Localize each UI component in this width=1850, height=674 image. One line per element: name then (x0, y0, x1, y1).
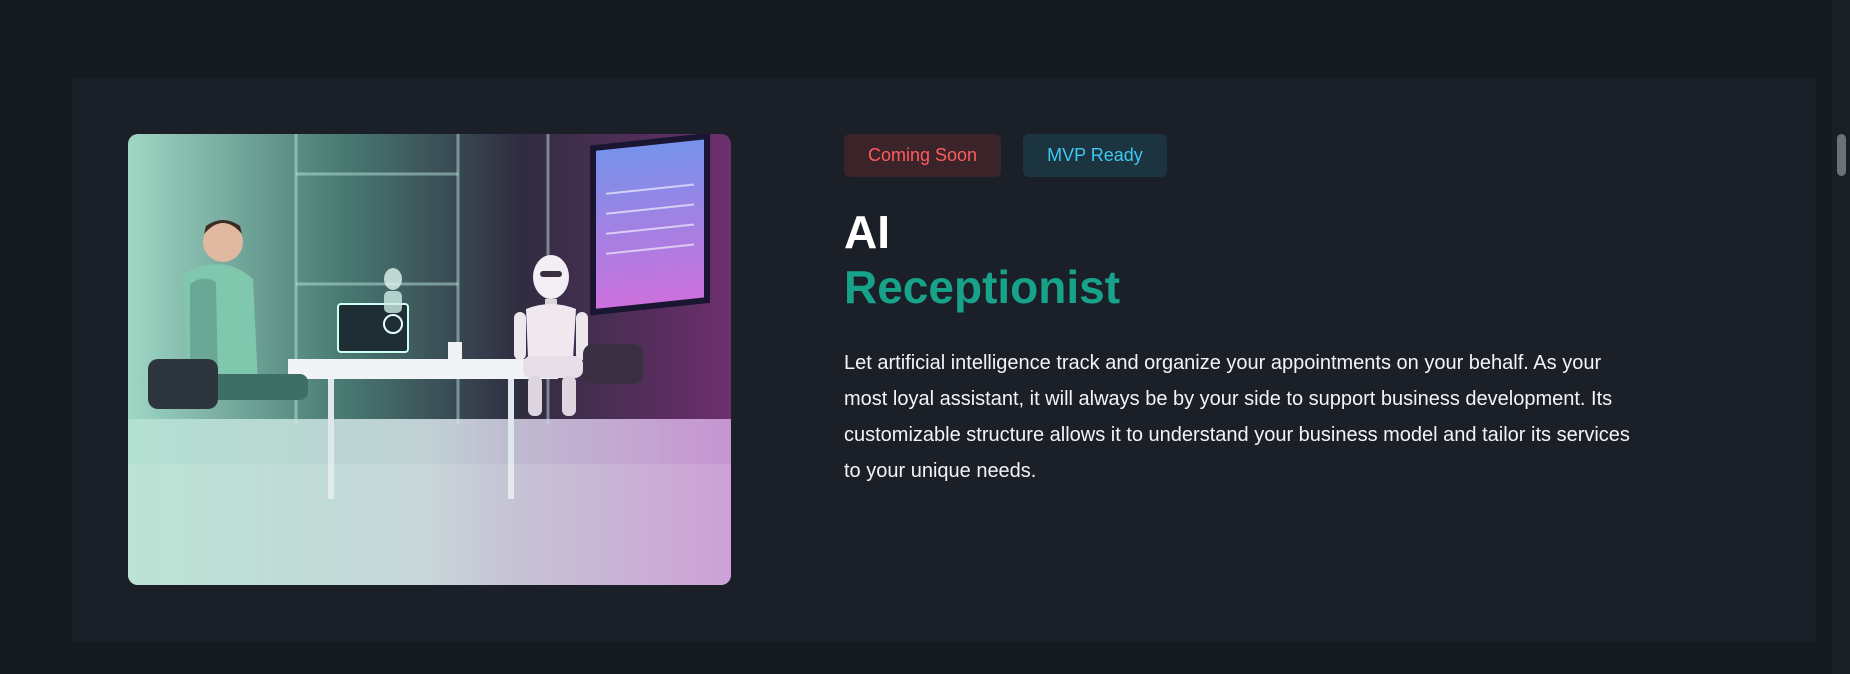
vertical-scrollbar[interactable] (1832, 0, 1850, 674)
product-card: Coming Soon MVP Ready AI Receptionist Le… (72, 78, 1816, 642)
ai-receptionist-illustration (128, 134, 731, 585)
scrollbar-thumb[interactable] (1837, 134, 1846, 176)
status-badge: Coming Soon (844, 134, 1002, 177)
product-description: Let artificial intelligence track and or… (844, 352, 1630, 482)
product-content: Coming Soon MVP Ready AI Receptionist Le… (844, 134, 1644, 489)
product-image (128, 134, 731, 585)
page: Coming Soon MVP Ready AI Receptionist Le… (0, 0, 1850, 674)
stage-badge: MVP Ready (1023, 134, 1167, 177)
product-title-line2: Receptionist (844, 261, 1121, 313)
product-title: AI Receptionist (844, 205, 1644, 315)
badge-row: Coming Soon MVP Ready (844, 134, 1644, 177)
product-title-line1: AI (844, 206, 890, 258)
